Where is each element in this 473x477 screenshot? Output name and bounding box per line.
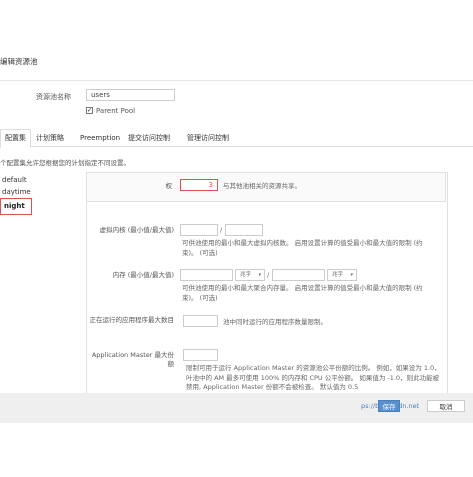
memory-min-input[interactable] bbox=[180, 269, 233, 281]
running-apps-input[interactable] bbox=[183, 315, 218, 327]
memory-min-unit-select[interactable]: 兆字 ▾ bbox=[235, 269, 265, 281]
sidebar-item-default[interactable]: default bbox=[2, 176, 27, 184]
weight-input[interactable]: 3 bbox=[180, 179, 218, 191]
vcores-min-input[interactable] bbox=[180, 224, 218, 236]
sidebar-item-daytime[interactable]: daytime bbox=[2, 188, 31, 196]
config-help-text: 个配置集允许您根据您的计划指定不同设置。 bbox=[0, 159, 130, 167]
page-bottom-area bbox=[0, 423, 473, 477]
tab-submit-access[interactable]: 提交访问控制 bbox=[128, 132, 170, 144]
tab-config-sets[interactable]: 配置集 bbox=[0, 129, 31, 148]
am-share-input[interactable] bbox=[183, 349, 218, 361]
parent-pool-label: Parent Pool bbox=[96, 107, 136, 115]
memory-max-input[interactable] bbox=[272, 269, 325, 281]
memory-min-unit-value: 兆字 bbox=[240, 272, 252, 278]
vcores-separator: / bbox=[220, 226, 223, 234]
am-share-hint: 限制可用于运行 Application Master 的资源池公平份额的比例。 … bbox=[186, 364, 441, 391]
dialog-title: 编辑资源池 bbox=[0, 57, 38, 66]
tab-bar bbox=[0, 128, 473, 147]
vcores-max-input[interactable] bbox=[225, 224, 263, 236]
vcores-hint: 可供池使用的最小和最大虚拟内核数。 启用设置计算的值受最小和最大值的限制 (约束… bbox=[182, 239, 423, 257]
tab-admin-access[interactable]: 管理访问控制 bbox=[187, 132, 229, 144]
am-share-label: Application Master 最大份额 bbox=[91, 351, 174, 368]
tab-preemption[interactable]: Preemption bbox=[80, 132, 120, 144]
memory-hint: 可供池使用的最小和最大聚合内存量。 启用设置计算的值受最小和最大值的限制 (约束… bbox=[182, 284, 423, 302]
sidebar-item-night[interactable]: night bbox=[0, 198, 32, 215]
weight-label: 权 bbox=[165, 182, 173, 190]
vcores-label: 虚拟内核 (最小值/最大值) bbox=[99, 226, 174, 234]
pool-name-label: 资源池名称 bbox=[36, 93, 71, 101]
cancel-button[interactable]: 取消 bbox=[427, 400, 465, 412]
header-divider bbox=[0, 80, 473, 81]
running-apps-hint: 池中同时运行的应用程序数量限制。 bbox=[223, 318, 327, 326]
memory-max-unit-value: 兆字 bbox=[332, 272, 344, 278]
chevron-down-icon: ▾ bbox=[350, 272, 353, 278]
tab-scheduling-policy[interactable]: 计划策略 bbox=[36, 132, 64, 144]
memory-separator: / bbox=[267, 271, 270, 279]
memory-max-unit-select[interactable]: 兆字 ▾ bbox=[327, 269, 357, 281]
running-apps-label: 正在运行的应用程序最大数目 bbox=[89, 316, 175, 324]
chevron-down-icon: ▾ bbox=[258, 272, 261, 278]
save-button[interactable]: 保存 bbox=[378, 400, 400, 412]
pool-name-input[interactable]: users bbox=[86, 89, 175, 101]
memory-label: 内存 (最小值/最大值) bbox=[112, 271, 174, 279]
weight-hint: 与其他池相关的资源共享。 bbox=[223, 182, 301, 190]
parent-pool-checkbox[interactable]: ✓ bbox=[86, 107, 93, 114]
